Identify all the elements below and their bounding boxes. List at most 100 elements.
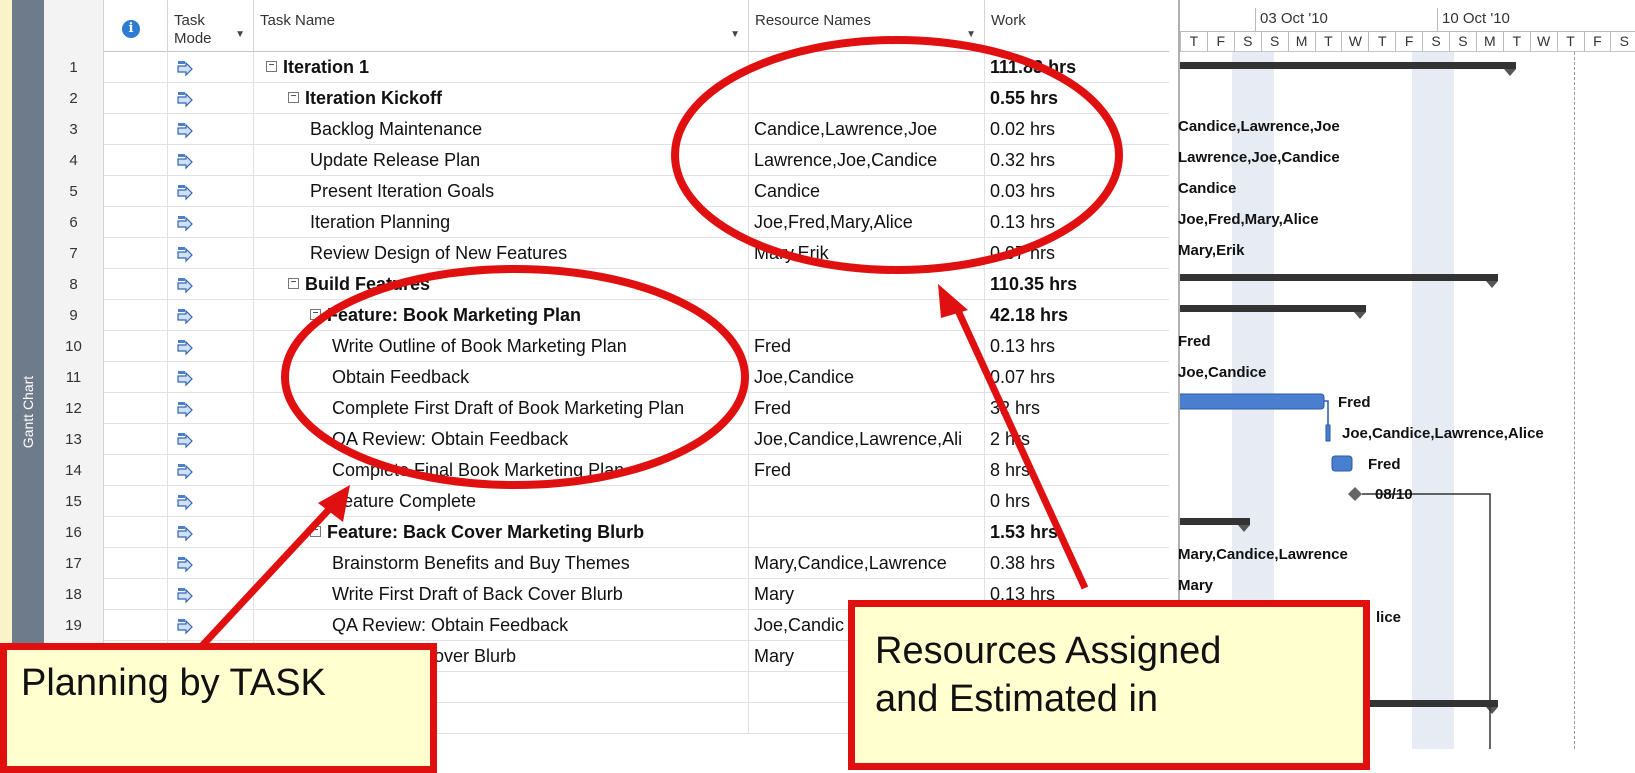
table-row[interactable]: 16 − Feature: Back Cover Marketing Blurb 1.… [44,517,1169,548]
work-cell[interactable]: 0.13 hrs [985,207,1169,238]
table-row[interactable]: 10 Write Outline of Book Marketing Plan Fr… [44,331,1169,362]
table-row[interactable]: 7 Review Design of New Features Mary,Erik 0… [44,238,1169,269]
summary-bar-end[interactable] [1354,312,1366,319]
task-name-cell[interactable]: − Iteration 1 [254,52,749,83]
collapse-icon[interactable]: − [288,92,299,103]
resource-names-column-header[interactable]: Resource Names ▼ [749,0,985,52]
task-name-cell[interactable]: − Feature: Book Marketing Plan [254,300,749,331]
summary-bar[interactable] [1180,518,1250,525]
collapse-icon[interactable]: − [310,526,321,537]
task-mode-cell[interactable] [168,362,254,393]
table-row[interactable]: 15 Feature Complete 0 hrs [44,486,1169,517]
table-row[interactable]: 17 Brainstorm Benefits and Buy Themes Mary… [44,548,1169,579]
row-id[interactable]: 14 [44,455,104,486]
task-name-cell[interactable]: Iteration Planning [254,207,749,238]
task-mode-cell[interactable] [168,610,254,641]
row-id[interactable]: 16 [44,517,104,548]
task-mode-cell[interactable] [168,455,254,486]
resource-names-cell[interactable] [749,83,985,114]
work-cell[interactable]: 8 hrs [985,455,1169,486]
row-id[interactable]: 17 [44,548,104,579]
table-row[interactable]: 8 − Build Features 110.35 hrs [44,269,1169,300]
resource-names-cell[interactable]: Mary,Candice,Lawrence [749,548,985,579]
work-cell[interactable]: 2 hrs [985,424,1169,455]
task-name-cell[interactable]: Write Outline of Book Marketing Plan [254,331,749,362]
collapse-icon[interactable]: − [266,61,277,72]
work-cell[interactable]: 111.83 hrs [985,52,1169,83]
row-id[interactable]: 18 [44,579,104,610]
summary-bar[interactable] [1180,62,1516,69]
chevron-down-icon[interactable]: ▼ [966,26,976,44]
table-row[interactable]: 1 − Iteration 1 111.83 hrs [44,52,1169,83]
resource-names-cell[interactable]: Mary,Erik [749,238,985,269]
resource-names-cell[interactable]: Candice [749,176,985,207]
row-id[interactable]: 1 [44,52,104,83]
table-row[interactable]: 14 Complete Final Book Marketing Plan Fred… [44,455,1169,486]
work-cell[interactable]: 0.02 hrs [985,114,1169,145]
work-cell[interactable]: 0.55 hrs [985,83,1169,114]
row-id[interactable]: 10 [44,331,104,362]
resource-names-cell[interactable]: Candice,Lawrence,Joe [749,114,985,145]
work-cell[interactable]: 0.13 hrs [985,331,1169,362]
task-mode-cell[interactable] [168,393,254,424]
info-column-header[interactable]: i [104,0,168,52]
work-cell[interactable]: 0.32 hrs [985,145,1169,176]
task-name-cell[interactable]: − Feature: Back Cover Marketing Blurb [254,517,749,548]
task-name-cell[interactable]: Review Design of New Features [254,238,749,269]
task-mode-cell[interactable] [168,83,254,114]
task-name-cell[interactable]: Write First Draft of Back Cover Blurb [254,579,749,610]
work-cell[interactable]: 1.53 hrs [985,517,1169,548]
milestone-diamond[interactable] [1348,487,1362,501]
resource-names-cell[interactable]: Joe,Candice [749,362,985,393]
table-row[interactable]: 12 Complete First Draft of Book Marketing… [44,393,1169,424]
view-bar[interactable]: Gantt Chart [12,0,44,749]
task-name-cell[interactable]: Brainstorm Benefits and Buy Themes [254,548,749,579]
resource-names-cell[interactable] [749,269,985,300]
row-id[interactable]: 12 [44,393,104,424]
task-mode-cell[interactable] [168,548,254,579]
task-bar[interactable] [1325,424,1331,442]
table-row[interactable]: 4 Update Release Plan Lawrence,Joe,Candice… [44,145,1169,176]
table-row[interactable]: 5 Present Iteration Goals Candice 0.03 hrs [44,176,1169,207]
row-id[interactable]: 13 [44,424,104,455]
row-id[interactable]: 19 [44,610,104,641]
resource-names-cell[interactable]: Joe,Fred,Mary,Alice [749,207,985,238]
work-cell[interactable]: 0.38 hrs [985,548,1169,579]
task-mode-cell[interactable] [168,486,254,517]
task-mode-cell[interactable] [168,145,254,176]
resource-names-cell[interactable]: Fred [749,393,985,424]
table-row[interactable]: 13 QA Review: Obtain Feedback Joe,Candice,… [44,424,1169,455]
resource-names-cell[interactable]: Joe,Candice,Lawrence,Ali [749,424,985,455]
row-id[interactable]: 6 [44,207,104,238]
task-name-cell[interactable]: − Build Features [254,269,749,300]
table-row[interactable]: 9 − Feature: Book Marketing Plan 42.18 hrs [44,300,1169,331]
work-column-header[interactable]: Work [985,0,1169,52]
collapse-icon[interactable]: − [310,309,321,320]
task-mode-cell[interactable] [168,517,254,548]
task-name-cell[interactable]: − Iteration Kickoff [254,83,749,114]
row-id[interactable]: 3 [44,114,104,145]
task-name-cell[interactable]: Present Iteration Goals [254,176,749,207]
task-mode-cell[interactable] [168,114,254,145]
table-row[interactable]: 6 Iteration Planning Joe,Fred,Mary,Alice 0.… [44,207,1169,238]
resource-names-cell[interactable] [749,486,985,517]
task-bar[interactable] [1331,455,1353,472]
work-cell[interactable]: 42.18 hrs [985,300,1169,331]
chevron-down-icon[interactable]: ▼ [730,26,740,44]
row-id[interactable]: 11 [44,362,104,393]
row-id[interactable]: 2 [44,83,104,114]
task-bar[interactable] [1180,393,1325,410]
task-mode-cell[interactable] [168,579,254,610]
resource-names-cell[interactable] [749,300,985,331]
summary-bar[interactable] [1180,274,1498,281]
row-id[interactable]: 7 [44,238,104,269]
work-cell[interactable]: 0.03 hrs [985,176,1169,207]
table-row[interactable]: 2 − Iteration Kickoff 0.55 hrs [44,83,1169,114]
task-name-cell[interactable]: QA Review: Obtain Feedback [254,610,749,641]
task-name-cell[interactable]: Obtain Feedback [254,362,749,393]
resource-names-cell[interactable]: Fred [749,455,985,486]
task-mode-column-header[interactable]: Task Mode ▼ [168,0,254,52]
resource-names-cell[interactable] [749,517,985,548]
task-mode-cell[interactable] [168,331,254,362]
summary-bar[interactable] [1180,305,1366,312]
